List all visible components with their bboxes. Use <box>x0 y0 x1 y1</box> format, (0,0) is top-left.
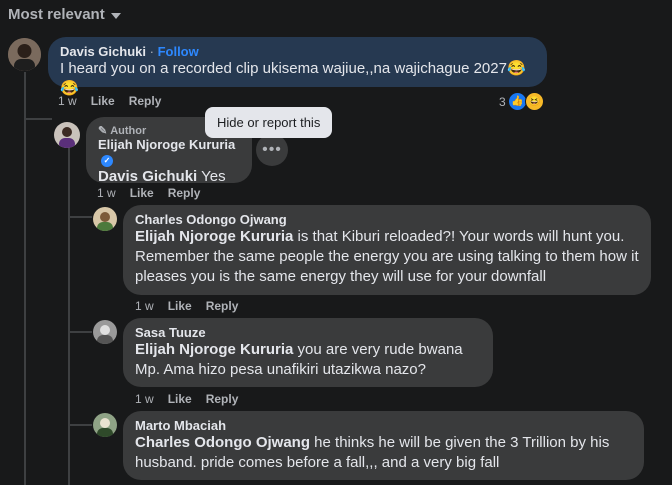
follow-button[interactable]: Follow <box>158 44 199 59</box>
reaction-count: 3 <box>499 94 506 109</box>
reply-button[interactable]: Reply <box>206 392 239 406</box>
comment-actions: 1 w Like Reply <box>97 186 200 200</box>
comment-author[interactable]: Elijah Njoroge Kururia <box>98 137 235 152</box>
verified-badge-icon: ✓ <box>101 154 113 167</box>
avatar[interactable] <box>93 207 117 231</box>
comment-text: I heard you on a recorded clip ukisema w… <box>60 60 526 97</box>
author-tag-label: Author <box>110 124 147 137</box>
comment-time[interactable]: 1 w <box>135 392 154 406</box>
mention-link[interactable]: Charles Odongo Ojwang <box>135 434 310 451</box>
comment-text: Yes <box>197 168 226 185</box>
separator: · <box>149 44 154 59</box>
comment-actions: 1 w Like Reply <box>58 94 161 108</box>
avatar-image <box>93 413 117 437</box>
like-button[interactable]: Like <box>130 186 154 200</box>
tooltip-text: Hide or report this <box>217 115 321 130</box>
comment-bubble: Sasa Tuuze Elijah Njoroge Kururia you ar… <box>123 318 493 387</box>
avatar[interactable] <box>54 122 80 148</box>
avatar-image <box>93 207 117 231</box>
thread-line-branch <box>24 118 52 120</box>
avatar-image <box>93 320 117 344</box>
sort-label: Most relevant <box>8 6 105 23</box>
thread-line-branch <box>68 424 92 426</box>
avatar[interactable] <box>8 38 41 71</box>
comment-time[interactable]: 1 w <box>58 94 77 108</box>
like-button[interactable]: Like <box>168 392 192 406</box>
comment-actions: 1 w Like Reply <box>135 299 238 313</box>
avatar[interactable] <box>93 320 117 344</box>
comment-actions: 1 w Like Reply <box>135 392 238 406</box>
mention-link[interactable]: Elijah Njoroge Kururia <box>135 228 293 245</box>
like-reaction-icon: 👍 <box>507 92 527 111</box>
more-options-button[interactable]: ••• <box>256 134 288 166</box>
comment-bubble: Charles Odongo Ojwang Elijah Njoroge Kur… <box>123 205 651 295</box>
reply-button[interactable]: Reply <box>129 94 162 108</box>
like-button[interactable]: Like <box>168 299 192 313</box>
more-icon: ••• <box>262 141 282 158</box>
avatar[interactable] <box>93 413 117 437</box>
comment-author[interactable]: Charles Odongo Ojwang <box>135 212 639 227</box>
avatar-image <box>8 38 41 71</box>
pencil-icon: ✎ <box>98 125 108 137</box>
comment-bubble: Davis Gichuki · Follow I heard you on a … <box>48 37 547 97</box>
sort-dropdown[interactable]: Most relevant <box>8 6 121 23</box>
reply-button[interactable]: Reply <box>168 186 201 200</box>
thread-line-branch <box>68 331 92 333</box>
like-button[interactable]: Like <box>91 94 115 108</box>
mention-link[interactable]: Elijah Njoroge Kururia <box>135 341 293 358</box>
thread-line <box>24 72 26 485</box>
comment-author[interactable]: Marto Mbaciah <box>135 418 632 433</box>
mention-link[interactable]: Davis Gichuki <box>98 168 197 185</box>
comment-time[interactable]: 1 w <box>97 186 116 200</box>
comment-author[interactable]: Davis Gichuki <box>60 44 146 59</box>
haha-reaction-icon: 😆 <box>524 92 544 111</box>
chevron-down-icon <box>110 12 121 19</box>
reply-button[interactable]: Reply <box>206 299 239 313</box>
thread-line <box>68 148 70 485</box>
reaction-summary[interactable]: 3 👍 😆 <box>499 92 544 111</box>
comment-author[interactable]: Sasa Tuuze <box>135 325 481 340</box>
tooltip: Hide or report this <box>205 107 333 138</box>
avatar-image <box>54 122 80 148</box>
thread-line-branch <box>68 216 92 218</box>
comment-bubble: Marto Mbaciah Charles Odongo Ojwang he t… <box>123 411 644 480</box>
comment-time[interactable]: 1 w <box>135 299 154 313</box>
